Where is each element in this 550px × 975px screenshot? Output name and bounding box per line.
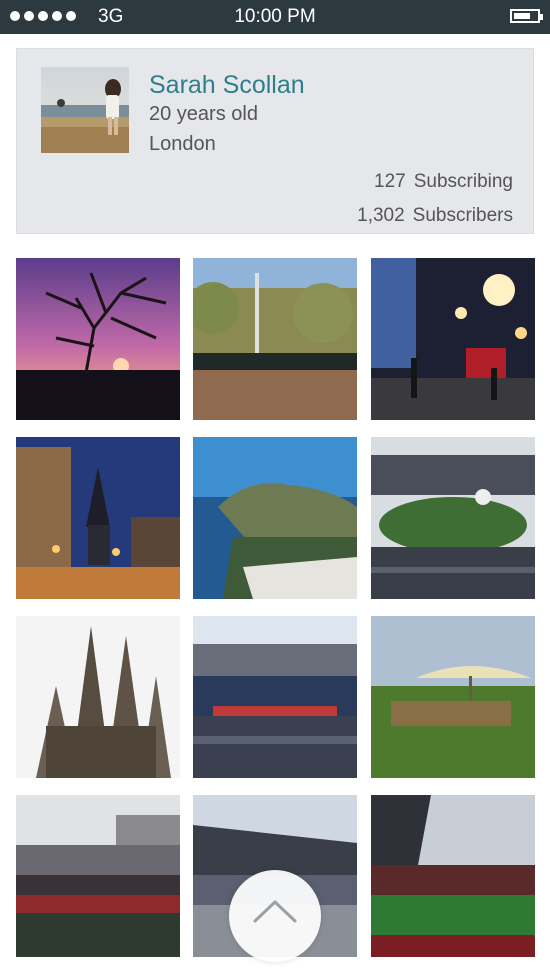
- photo-tile[interactable]: [371, 795, 535, 957]
- photo-tile[interactable]: [16, 258, 180, 420]
- profile-card: Sarah Scollan 20 years old London 127 Sub…: [16, 48, 534, 234]
- subscribing-stat[interactable]: 127 Subscribing: [357, 165, 513, 199]
- clock: 10:00 PM: [234, 6, 316, 27]
- subscription-stats: 127 Subscribing 1,302 Subscribers: [357, 165, 513, 233]
- photo-tile[interactable]: [371, 258, 535, 420]
- battery-icon: [510, 9, 543, 23]
- photo-tile[interactable]: [16, 795, 180, 957]
- subscribers-count: 1,302: [357, 205, 405, 226]
- profile-location: London: [149, 133, 216, 155]
- subscribing-label: Subscribing: [413, 171, 513, 192]
- photo-tile[interactable]: [193, 258, 357, 420]
- photo-tile[interactable]: [16, 616, 180, 778]
- avatar[interactable]: [41, 67, 129, 153]
- scroll-to-top-button[interactable]: [229, 870, 321, 962]
- profile-age: 20 years old: [149, 103, 258, 125]
- photo-tile[interactable]: [371, 437, 535, 599]
- subscribers-label: Subscribers: [412, 205, 513, 226]
- photo-tile[interactable]: [371, 616, 535, 778]
- photo-tile[interactable]: [16, 437, 180, 599]
- battery-level-fill: [514, 13, 530, 19]
- subscribers-stat[interactable]: 1,302 Subscribers: [357, 199, 513, 233]
- status-bar: 3G 10:00 PM: [0, 0, 550, 34]
- photo-tile[interactable]: [193, 437, 357, 599]
- subscribing-count: 127: [374, 171, 406, 192]
- profile-name: Sarah Scollan: [149, 71, 305, 99]
- chevron-up-icon: [253, 900, 297, 923]
- photo-tile[interactable]: [193, 616, 357, 778]
